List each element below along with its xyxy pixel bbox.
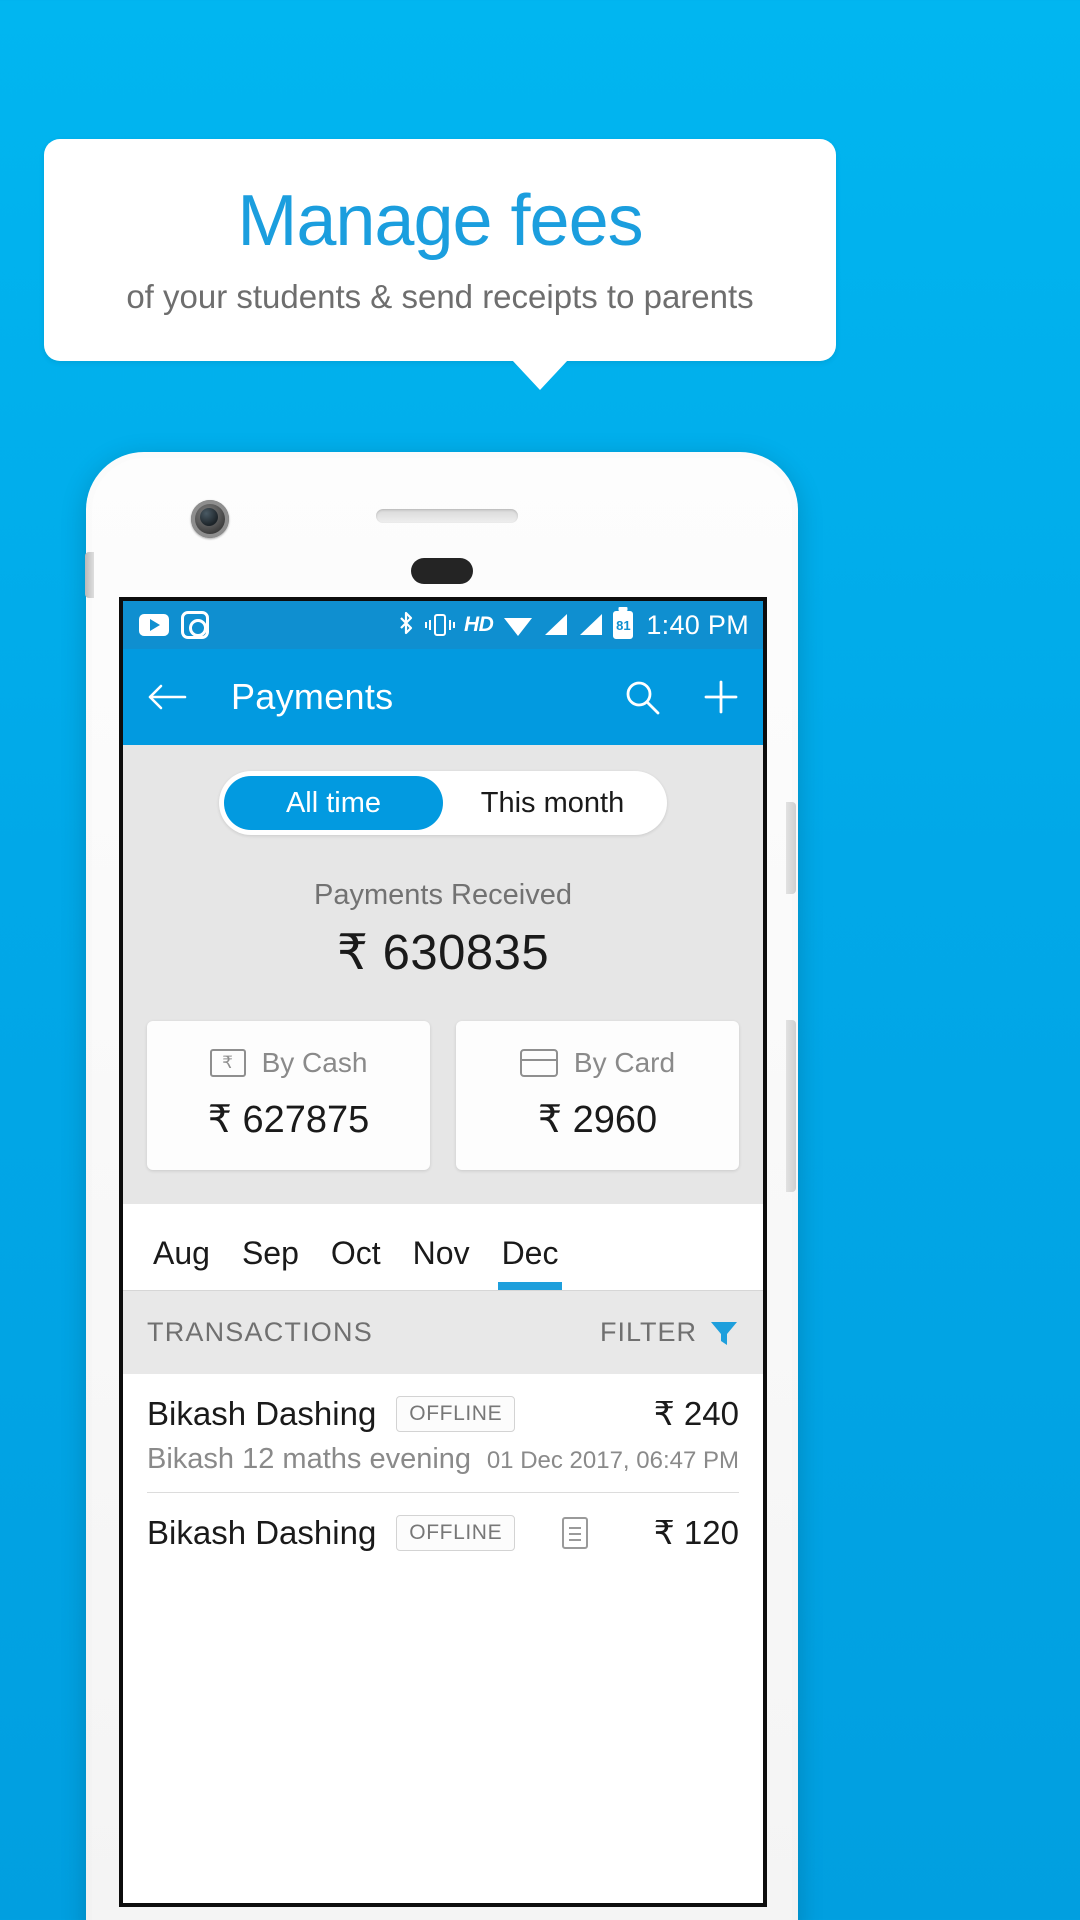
table-row[interactable]: Bikash Dashing OFFLINE ₹ 240 Bikash 12 m…: [123, 1374, 763, 1493]
by-card-amount: ₹ 2960: [537, 1099, 658, 1141]
transaction-primary-line: Bikash Dashing OFFLINE ₹ 240: [147, 1394, 739, 1433]
promo-subtitle: of your students & send receipts to pare…: [126, 277, 754, 315]
payments-summary: All time This month Payments Received ₹ …: [123, 745, 763, 1204]
transactions-title: TRANSACTIONS: [147, 1317, 373, 1347]
tab-oct-label: Oct: [330, 1235, 381, 1271]
tab-sep-label: Sep: [241, 1235, 299, 1271]
vibrate-icon: [425, 614, 455, 636]
transaction-secondary-line: [147, 1562, 739, 1578]
back-arrow-icon[interactable]: [147, 682, 187, 712]
table-row[interactable]: Bikash Dashing OFFLINE ₹ 120: [123, 1493, 763, 1578]
tab-oct[interactable]: Oct: [315, 1235, 397, 1290]
by-cash-card[interactable]: ₹ By Cash ₹ 627875: [147, 1021, 430, 1170]
segment-this-month[interactable]: This month: [443, 776, 662, 830]
promo-title: Manage fees: [237, 180, 643, 261]
phone-power-button: [786, 1020, 796, 1192]
credit-card-icon: [519, 1049, 558, 1077]
by-cash-label: By Cash: [261, 1047, 368, 1078]
transaction-name: Bikash Dashing: [147, 1513, 377, 1551]
by-card-card-header: By Card: [478, 1047, 717, 1079]
add-payment-icon[interactable]: [703, 679, 739, 715]
front-camera-icon: [191, 500, 229, 538]
filter-button[interactable]: FILTER: [600, 1317, 739, 1348]
by-cash-card-header: ₹ By Cash: [169, 1047, 408, 1079]
signal-icon: [580, 614, 603, 635]
status-bar-clock: 1:40 PM: [646, 609, 749, 640]
home-button[interactable]: [411, 558, 473, 584]
transaction-secondary-line: Bikash 12 maths evening 01 Dec 2017, 06:…: [147, 1443, 739, 1493]
status-badge: OFFLINE: [396, 1514, 516, 1551]
payments-received-label: Payments Received: [314, 879, 572, 911]
bluetooth-icon: [400, 611, 413, 635]
cash-box-icon: ₹: [209, 1049, 246, 1077]
youtube-icon: [139, 614, 169, 636]
receipt-document-icon[interactable]: [562, 1516, 589, 1549]
status-bar: HD 81 1:40 PM: [123, 601, 763, 649]
transactions-header: TRANSACTIONS FILTER: [123, 1290, 763, 1374]
transaction-description: Bikash 12 maths evening: [147, 1443, 472, 1475]
transaction-date: 01 Dec 2017, 06:47 PM: [486, 1447, 739, 1474]
phone-mockup: HD 81 1:40 PM Payments All time This mon…: [85, 452, 798, 1920]
segment-all-time[interactable]: All time: [224, 776, 443, 830]
tab-aug[interactable]: Aug: [137, 1235, 226, 1290]
phone-volume-button: [786, 802, 796, 894]
status-bar-indicators: HD 81 1:40 PM: [396, 610, 749, 641]
time-range-segmented-control[interactable]: All time This month: [219, 771, 667, 835]
tab-dec[interactable]: Dec: [486, 1235, 575, 1290]
camera-icon: [181, 611, 209, 639]
hd-icon: HD: [464, 613, 494, 636]
signal-icon: [545, 614, 568, 635]
by-card-card[interactable]: By Card ₹ 2960: [456, 1021, 739, 1170]
search-icon[interactable]: [623, 678, 661, 716]
transactions-list: Bikash Dashing OFFLINE ₹ 240 Bikash 12 m…: [123, 1374, 763, 1578]
payment-method-cards: ₹ By Cash ₹ 627875 By Card ₹ 2960: [123, 981, 763, 1204]
phone-screen: HD 81 1:40 PM Payments All time This mon…: [119, 597, 767, 1907]
earpiece-speaker: [376, 509, 518, 523]
status-badge: OFFLINE: [396, 1395, 516, 1432]
promo-card: Manage fees of your students & send rece…: [44, 139, 836, 361]
filter-funnel-icon[interactable]: [709, 1318, 739, 1348]
tab-sep[interactable]: Sep: [226, 1235, 315, 1290]
by-cash-amount: ₹ 627875: [207, 1099, 370, 1141]
status-bar-notifications: [139, 611, 209, 639]
app-bar-actions: [623, 678, 739, 716]
promo-bubble-tail: [512, 360, 568, 390]
transaction-primary-line: Bikash Dashing OFFLINE ₹ 120: [147, 1513, 739, 1552]
payments-received-amount: ₹ 630835: [336, 926, 550, 980]
tab-indicator: [497, 1282, 563, 1290]
transaction-amount: ₹ 240: [653, 1395, 739, 1432]
tab-nov[interactable]: Nov: [397, 1235, 486, 1290]
phone-left-edge: [85, 552, 94, 598]
battery-icon: 81: [613, 611, 634, 639]
transaction-amount: ₹ 120: [653, 1514, 739, 1551]
filter-label: FILTER: [599, 1317, 697, 1347]
wifi-icon: [504, 618, 533, 636]
by-card-label: By Card: [573, 1047, 676, 1078]
tab-nov-label: Nov: [412, 1235, 470, 1271]
transaction-name: Bikash Dashing: [147, 1394, 377, 1432]
tab-aug-label: Aug: [153, 1235, 210, 1271]
app-bar: Payments: [123, 649, 763, 745]
page-title: Payments: [231, 676, 394, 717]
month-tabs[interactable]: Aug Sep Oct Nov Dec: [123, 1204, 763, 1290]
tab-dec-label: Dec: [501, 1235, 559, 1271]
